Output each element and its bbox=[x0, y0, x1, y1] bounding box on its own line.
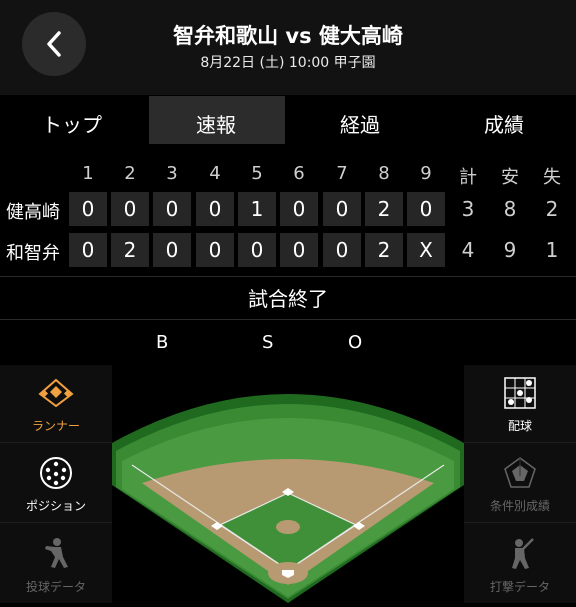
total-hits: 9 bbox=[503, 238, 517, 262]
pitching-data-button[interactable]: 投球データ bbox=[0, 525, 112, 603]
header: 智弁和歌山 vs 健大高崎 8月22日 (土) 10:00 甲子園 bbox=[0, 0, 576, 95]
tab-bar: トップ 速報 経過 成績 bbox=[0, 95, 576, 151]
inning-header: 4 bbox=[209, 163, 221, 184]
inning-header: 7 bbox=[336, 163, 348, 184]
total-runs: 4 bbox=[461, 238, 475, 262]
divider bbox=[0, 276, 576, 277]
strike-zone-icon bbox=[502, 375, 538, 411]
batter-icon bbox=[502, 536, 538, 572]
page-title: 智弁和歌山 vs 健大高崎 bbox=[173, 24, 403, 48]
score-cell: 0 bbox=[280, 233, 318, 267]
score-cell: 0 bbox=[323, 192, 361, 226]
game-info: 8月22日 (土) 10:00 甲子園 bbox=[200, 55, 376, 71]
score-cell: 0 bbox=[280, 192, 318, 226]
batting-data-button[interactable]: 打撃データ bbox=[464, 525, 576, 603]
inning-header: 9 bbox=[420, 163, 432, 184]
inning-header: 1 bbox=[82, 163, 94, 184]
pitcher-icon bbox=[38, 536, 74, 572]
out-count-label: O bbox=[348, 332, 363, 353]
tab-stats[interactable]: 成績 bbox=[432, 95, 576, 151]
score-cell: 0 bbox=[153, 233, 191, 267]
pentagon-chart-icon bbox=[502, 455, 538, 491]
positions-icon bbox=[38, 455, 74, 491]
tab-live[interactable]: 速報 bbox=[144, 95, 288, 151]
score-cell: 0 bbox=[69, 233, 107, 267]
score-cell: 2 bbox=[365, 233, 403, 267]
score-cell: X bbox=[407, 233, 445, 267]
strike-count-label: S bbox=[262, 332, 274, 353]
inning-header: 6 bbox=[293, 163, 305, 184]
baseball-field bbox=[112, 365, 464, 603]
total-runs-header: 計 bbox=[459, 167, 477, 188]
divider bbox=[0, 319, 576, 320]
score-cell: 0 bbox=[153, 192, 191, 226]
score-cell: 0 bbox=[238, 233, 276, 267]
conditional-stats-button[interactable]: 条件別成績 bbox=[464, 445, 576, 523]
hits-header: 安 bbox=[501, 167, 519, 188]
score-cell: 2 bbox=[365, 192, 403, 226]
score-cell: 0 bbox=[323, 233, 361, 267]
score-cell: 0 bbox=[196, 233, 234, 267]
tab-progress[interactable]: 経過 bbox=[288, 95, 432, 151]
diamond-icon bbox=[38, 375, 74, 411]
pitching-data-label: 投球データ bbox=[25, 580, 86, 594]
inning-header: 8 bbox=[378, 163, 390, 184]
tab-top[interactable]: トップ bbox=[0, 95, 144, 151]
pitch-location-label: 配球 bbox=[507, 419, 532, 433]
position-label: ポジション bbox=[25, 499, 86, 513]
score-cell: 0 bbox=[69, 192, 107, 226]
team-name-away: 健高崎 bbox=[6, 202, 60, 223]
pitch-location-button[interactable]: 配球 bbox=[464, 365, 576, 443]
runner-button[interactable]: ランナー bbox=[0, 365, 112, 443]
runner-label: ランナー bbox=[31, 419, 80, 433]
score-cell: 0 bbox=[111, 192, 149, 226]
score-cell: 2 bbox=[111, 233, 149, 267]
total-errors: 1 bbox=[545, 238, 559, 262]
game-status: 試合終了 bbox=[248, 287, 328, 311]
score-cell: 1 bbox=[238, 192, 276, 226]
position-button[interactable]: ポジション bbox=[0, 445, 112, 523]
total-runs: 3 bbox=[461, 197, 475, 221]
ball-count-label: B bbox=[156, 332, 169, 353]
inning-header: 2 bbox=[124, 163, 136, 184]
score-cell: 0 bbox=[407, 192, 445, 226]
errors-header: 失 bbox=[543, 167, 561, 188]
score-cell: 0 bbox=[196, 192, 234, 226]
inning-header: 5 bbox=[251, 163, 263, 184]
team-name-home: 和智弁 bbox=[6, 243, 60, 264]
left-panel: ランナー ポジション 投球データ bbox=[0, 365, 112, 603]
total-hits: 8 bbox=[503, 197, 517, 221]
total-errors: 2 bbox=[545, 197, 559, 221]
right-panel: 配球 条件別成績 打撃データ bbox=[464, 365, 576, 603]
conditional-stats-label: 条件別成績 bbox=[489, 499, 550, 513]
inning-header: 3 bbox=[166, 163, 178, 184]
batting-data-label: 打撃データ bbox=[489, 580, 550, 594]
